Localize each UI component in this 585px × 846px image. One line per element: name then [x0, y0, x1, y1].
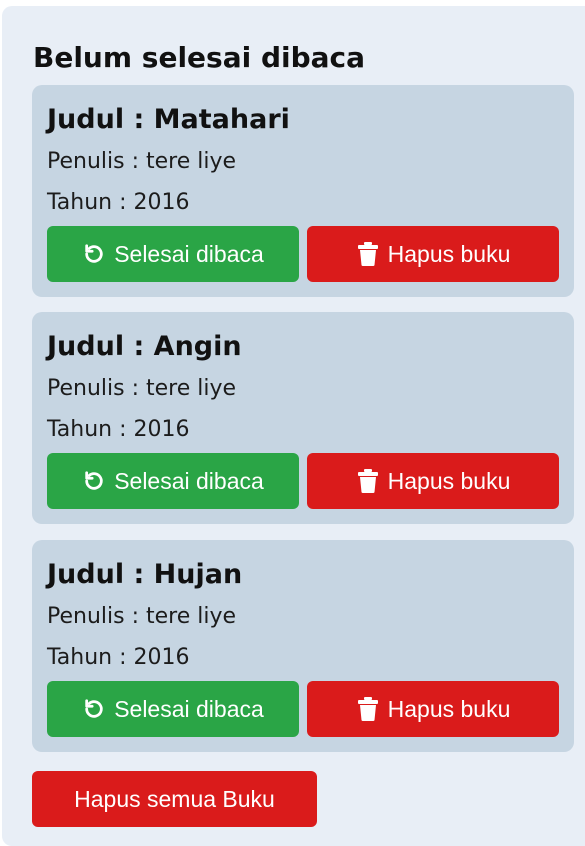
- delete-book-label: Hapus buku: [387, 240, 511, 267]
- book-year: Tahun : 2016: [47, 190, 190, 215]
- undo-icon: [82, 469, 106, 493]
- book-card: Judul : Hujan Penulis : tere liye Tahun …: [32, 540, 574, 752]
- book-year: Tahun : 2016: [47, 417, 190, 442]
- delete-book-label: Hapus buku: [387, 467, 511, 494]
- trash-icon: [356, 697, 380, 721]
- shelf-title: Belum selesai dibaca: [33, 41, 366, 74]
- undo-icon: [82, 697, 106, 721]
- mark-finished-label: Selesai dibaca: [114, 240, 264, 267]
- book-card: Judul : Matahari Penulis : tere liye Tah…: [32, 85, 574, 297]
- delete-book-label: Hapus buku: [387, 695, 511, 722]
- book-author: Penulis : tere liye: [47, 376, 237, 401]
- book-year: Tahun : 2016: [47, 645, 190, 670]
- mark-finished-button[interactable]: Selesai dibaca: [47, 226, 299, 282]
- mark-finished-label: Selesai dibaca: [114, 467, 264, 494]
- delete-book-button[interactable]: Hapus buku: [307, 226, 559, 282]
- book-title: Judul : Hujan: [47, 559, 243, 590]
- delete-book-button[interactable]: Hapus buku: [307, 453, 559, 509]
- mark-finished-button[interactable]: Selesai dibaca: [47, 453, 299, 509]
- book-title: Judul : Angin: [47, 331, 242, 362]
- book-author: Penulis : tere liye: [47, 604, 237, 629]
- trash-icon: [356, 242, 380, 266]
- mark-finished-label: Selesai dibaca: [114, 695, 264, 722]
- book-author: Penulis : tere liye: [47, 149, 237, 174]
- undo-icon: [82, 242, 106, 266]
- mark-finished-button[interactable]: Selesai dibaca: [47, 681, 299, 737]
- book-title: Judul : Matahari: [47, 104, 290, 135]
- delete-all-books-button[interactable]: Hapus semua Buku: [32, 771, 317, 827]
- book-card: Judul : Angin Penulis : tere liye Tahun …: [32, 312, 574, 524]
- unfinished-books-shelf: Belum selesai dibaca Judul : Matahari Pe…: [2, 6, 585, 846]
- trash-icon: [356, 469, 380, 493]
- delete-book-button[interactable]: Hapus buku: [307, 681, 559, 737]
